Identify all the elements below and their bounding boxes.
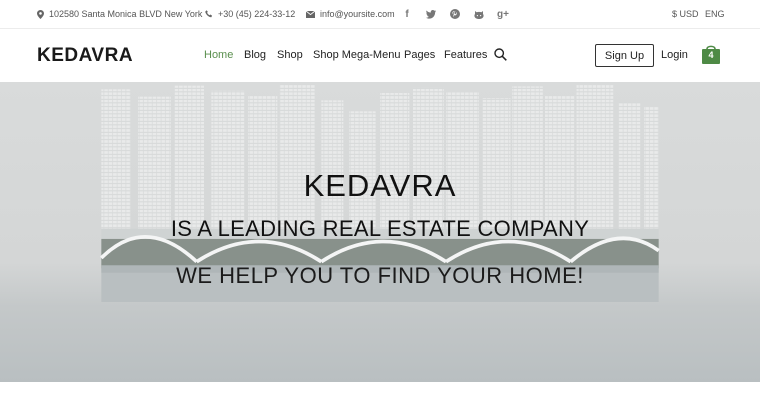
cart-count-badge: 4 xyxy=(708,50,714,60)
phone-icon xyxy=(205,10,213,18)
nav-shop[interactable]: Shop xyxy=(277,49,303,61)
pinterest-icon[interactable] xyxy=(449,8,461,20)
language-selector[interactable]: ENG xyxy=(705,9,725,19)
login-link[interactable]: Login xyxy=(661,49,688,61)
site-logo[interactable]: KEDAVRA xyxy=(37,45,133,67)
cart-button[interactable]: 4 xyxy=(700,43,722,65)
currency-selector[interactable]: $ USD xyxy=(672,9,699,19)
facebook-icon[interactable]: f xyxy=(401,8,413,20)
nav-pages[interactable]: Pages xyxy=(404,49,435,61)
hero-tagline: WE HELP YOU TO FIND YOUR HOME! xyxy=(176,263,584,288)
social-links: f g+ xyxy=(401,8,509,20)
map-pin-icon xyxy=(37,9,44,19)
top-bar: 102580 Santa Monica BLVD New York +30 (4… xyxy=(0,0,760,29)
hero-title: KEDAVRA xyxy=(303,168,457,203)
twitter-icon[interactable] xyxy=(425,8,437,20)
address-text: 102580 Santa Monica BLVD New York xyxy=(49,9,203,19)
address: 102580 Santa Monica BLVD New York xyxy=(37,9,202,19)
google-plus-icon[interactable]: g+ xyxy=(497,8,509,20)
email-text: info@yoursite.com xyxy=(320,9,395,19)
nav-blog[interactable]: Blog xyxy=(244,49,266,61)
main-navbar: KEDAVRA Home Blog Shop Shop Mega-Menu Pa… xyxy=(0,29,760,82)
nav-home[interactable]: Home xyxy=(204,49,233,61)
hero-banner: KEDAVRA IS A LEADING REAL ESTATE COMPANY… xyxy=(0,82,760,382)
phone: +30 (45) 224-33-12 xyxy=(205,9,295,19)
search-icon[interactable] xyxy=(494,48,507,61)
hero-subtitle: IS A LEADING REAL ESTATE COMPANY xyxy=(170,216,590,241)
github-icon[interactable] xyxy=(473,8,485,20)
nav-shop-mega-menu[interactable]: Shop Mega-Menu xyxy=(313,49,400,61)
sign-up-button[interactable]: Sign Up xyxy=(595,44,654,67)
envelope-icon xyxy=(306,10,315,18)
email[interactable]: info@yoursite.com xyxy=(306,9,395,19)
nav-features[interactable]: Features xyxy=(444,49,487,61)
page-bottom xyxy=(0,382,760,400)
phone-text: +30 (45) 224-33-12 xyxy=(218,9,296,19)
